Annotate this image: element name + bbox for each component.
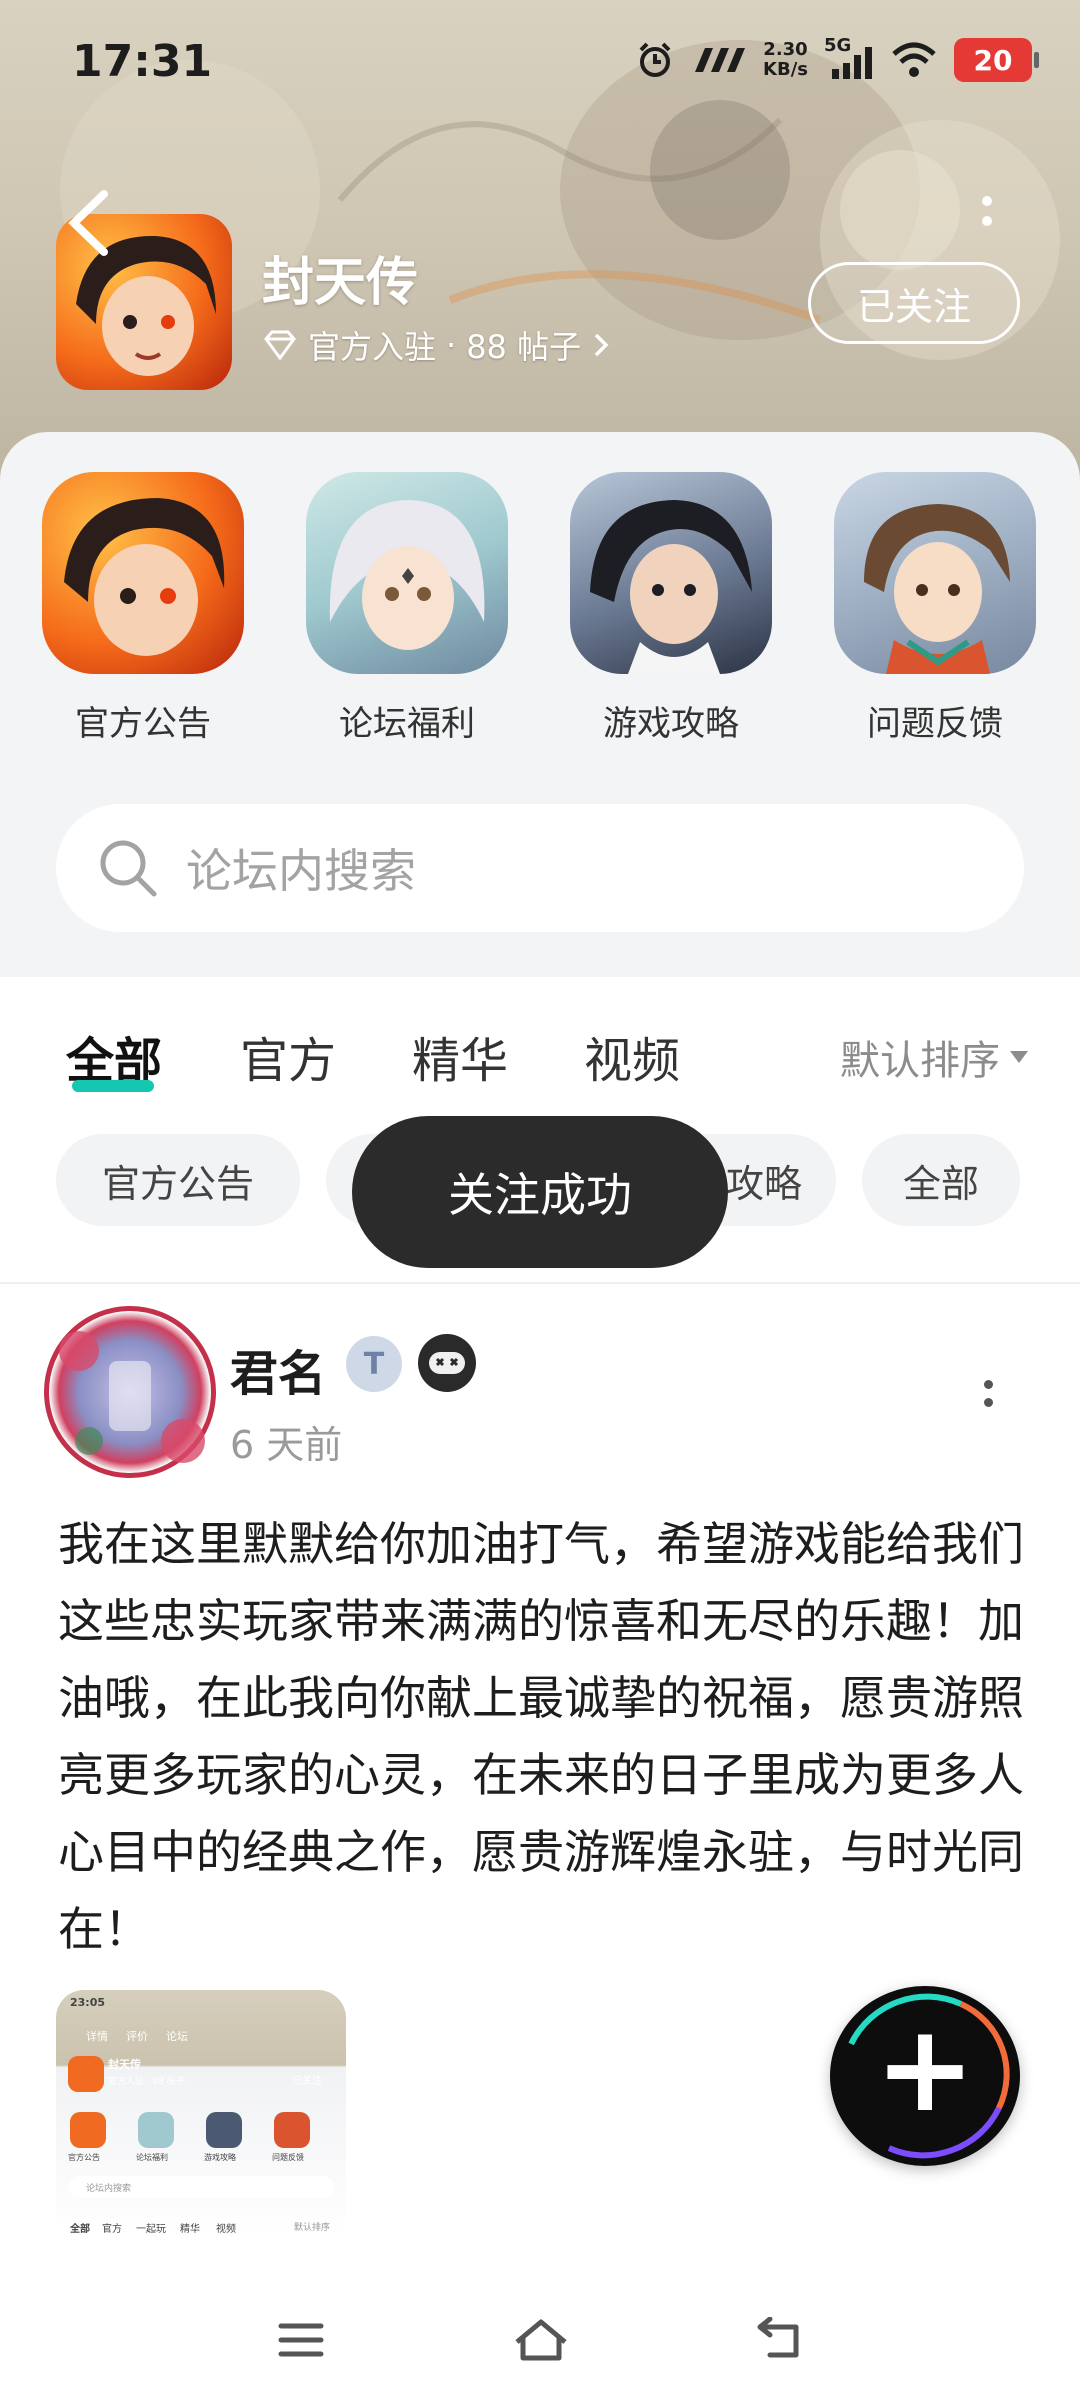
thumb-category-image bbox=[206, 2112, 242, 2148]
category-forum-benefits[interactable]: 论坛福利 bbox=[306, 472, 508, 745]
search-input[interactable]: 论坛内搜索 bbox=[56, 804, 1024, 932]
status-time: 17:31 bbox=[72, 36, 213, 87]
thumb-search-text: 论坛内搜索 bbox=[86, 2184, 132, 2194]
thumb-tab: 精华 bbox=[180, 2224, 200, 2235]
meta-separator: · bbox=[446, 326, 457, 364]
thumb-meta: 官方入驻 · 88 帖子 bbox=[108, 2077, 185, 2087]
chip-official-announcement[interactable]: 官方公告 bbox=[56, 1134, 300, 1226]
chevron-right-icon bbox=[594, 333, 609, 357]
thumb-category-image bbox=[138, 2112, 174, 2148]
post-time: 6 天前 bbox=[230, 1423, 343, 1467]
identity-badge-icon bbox=[418, 1334, 476, 1392]
follow-button[interactable]: 已关注 bbox=[808, 262, 1020, 344]
thumb-category-label: 论坛福利 bbox=[136, 2153, 168, 2162]
thumb-tab-forum: 论坛 bbox=[166, 2030, 188, 2043]
back-nav-icon bbox=[757, 2317, 799, 2358]
thumb-tab-detail: 详情 bbox=[86, 2030, 108, 2043]
back-nav-button[interactable] bbox=[746, 2310, 816, 2370]
category-label: 问题反馈 bbox=[867, 704, 1003, 744]
menu-button[interactable] bbox=[266, 2310, 336, 2370]
app-notification-icon bbox=[695, 48, 746, 72]
sort-dropdown[interactable]: 默认排序 bbox=[840, 1028, 1028, 1086]
thumb-game-icon bbox=[68, 2056, 104, 2092]
sort-label: 默认排序 bbox=[840, 1038, 1000, 1084]
thumb-tab: 官方 bbox=[102, 2224, 122, 2235]
home-button[interactable] bbox=[506, 2310, 576, 2370]
category-feedback[interactable]: 问题反馈 bbox=[834, 472, 1036, 745]
post-body[interactable]: 我在这里默默给你加油打气，希望游戏能给我们这些忠实玩家带来满满的惊喜和无尽的乐趣… bbox=[58, 1506, 1026, 1968]
caret-down-icon bbox=[1010, 1051, 1028, 1063]
chip-all[interactable]: 全部 bbox=[862, 1134, 1020, 1226]
thumb-tab: 视频 bbox=[216, 2224, 236, 2235]
thumb-category-label: 游戏攻略 bbox=[204, 2153, 236, 2162]
category-label: 游戏攻略 bbox=[603, 704, 739, 744]
avatar[interactable] bbox=[44, 1306, 216, 1478]
more-dot-icon bbox=[983, 1380, 993, 1389]
category-image bbox=[834, 472, 1036, 674]
level-badge-icon: T bbox=[346, 1336, 402, 1392]
category-image bbox=[306, 472, 508, 674]
create-post-button[interactable]: + bbox=[830, 1986, 1020, 2166]
search-icon bbox=[100, 840, 157, 897]
thumb-tab-review: 评价 bbox=[126, 2030, 148, 2043]
category-image bbox=[42, 472, 244, 674]
avatar-image bbox=[59, 1331, 205, 1463]
thumb-tab: 一起玩 bbox=[136, 2224, 166, 2235]
category-official-announcement[interactable]: 官方公告 bbox=[42, 472, 244, 745]
home-icon bbox=[515, 2319, 567, 2361]
game-meta[interactable]: 官方入驻 · 88 帖子 bbox=[262, 322, 611, 368]
category-card: 官方公告 论坛福利 游戏攻略 问题反馈 论坛内搜索 bbox=[0, 432, 1080, 977]
system-navigation-bar bbox=[0, 2270, 1080, 2400]
tab-featured[interactable]: 精华 bbox=[412, 1021, 508, 1091]
battery-indicator: 20 bbox=[954, 38, 1039, 82]
category-label: 论坛福利 bbox=[339, 704, 475, 744]
menu-icon bbox=[278, 2323, 324, 2357]
diamond-icon bbox=[264, 330, 296, 361]
status-bar: 17:31 2.30 KB/s 5G 20 bbox=[0, 30, 1080, 100]
thumb-search: 论坛内搜索 bbox=[68, 2176, 334, 2198]
search-placeholder: 论坛内搜索 bbox=[186, 844, 416, 898]
toast-follow-success: 关注成功 bbox=[352, 1116, 728, 1268]
official-label: 官方入驻 bbox=[308, 328, 437, 366]
post-username[interactable]: 君名 bbox=[230, 1334, 326, 1404]
tab-official[interactable]: 官方 bbox=[240, 1021, 336, 1091]
alarm-icon bbox=[639, 42, 671, 77]
thumb-category-image bbox=[274, 2112, 310, 2148]
more-dot-icon bbox=[982, 216, 992, 226]
thumb-time: 23:05 bbox=[70, 1996, 106, 2009]
plus-icon: + bbox=[874, 2000, 976, 2139]
category-game-guide[interactable]: 游戏攻略 bbox=[570, 472, 772, 745]
more-options-button[interactable] bbox=[972, 196, 1002, 256]
thumb-tab: 全部 bbox=[70, 2224, 90, 2235]
thumb-category-image bbox=[70, 2112, 106, 2148]
more-dot-icon bbox=[982, 196, 992, 206]
category-image bbox=[570, 472, 772, 674]
network-speed: 2.30 KB/s bbox=[763, 39, 808, 80]
post-more-button[interactable] bbox=[978, 1380, 998, 1416]
wifi-icon bbox=[892, 42, 936, 77]
thumb-category-label: 问题反馈 bbox=[272, 2153, 304, 2162]
tab-video[interactable]: 视频 bbox=[584, 1021, 680, 1091]
thumb-follow: 已关注 bbox=[292, 2076, 322, 2087]
post-image-thumbnail[interactable]: 23:05 详情 评价 论坛 封天传 官方入驻 · 88 帖子 已关注 官方公告… bbox=[56, 1990, 346, 2240]
thumb-sort: 默认排序 bbox=[294, 2223, 331, 2233]
more-dot-icon bbox=[983, 1398, 993, 1407]
status-icons: 2.30 KB/s 5G 20 bbox=[635, 35, 1039, 82]
thumb-category-label: 官方公告 bbox=[68, 2153, 100, 2162]
back-arrow-icon bbox=[68, 190, 108, 256]
divider bbox=[0, 1282, 1080, 1284]
thumb-title: 封天传 bbox=[108, 2058, 141, 2071]
active-tab-indicator bbox=[72, 1080, 154, 1092]
back-button[interactable] bbox=[64, 188, 124, 258]
signal-icon: 5G bbox=[824, 35, 874, 81]
category-label: 官方公告 bbox=[75, 704, 211, 744]
game-title: 封天传 bbox=[262, 253, 419, 313]
post-count: 88 帖子 bbox=[466, 328, 582, 366]
